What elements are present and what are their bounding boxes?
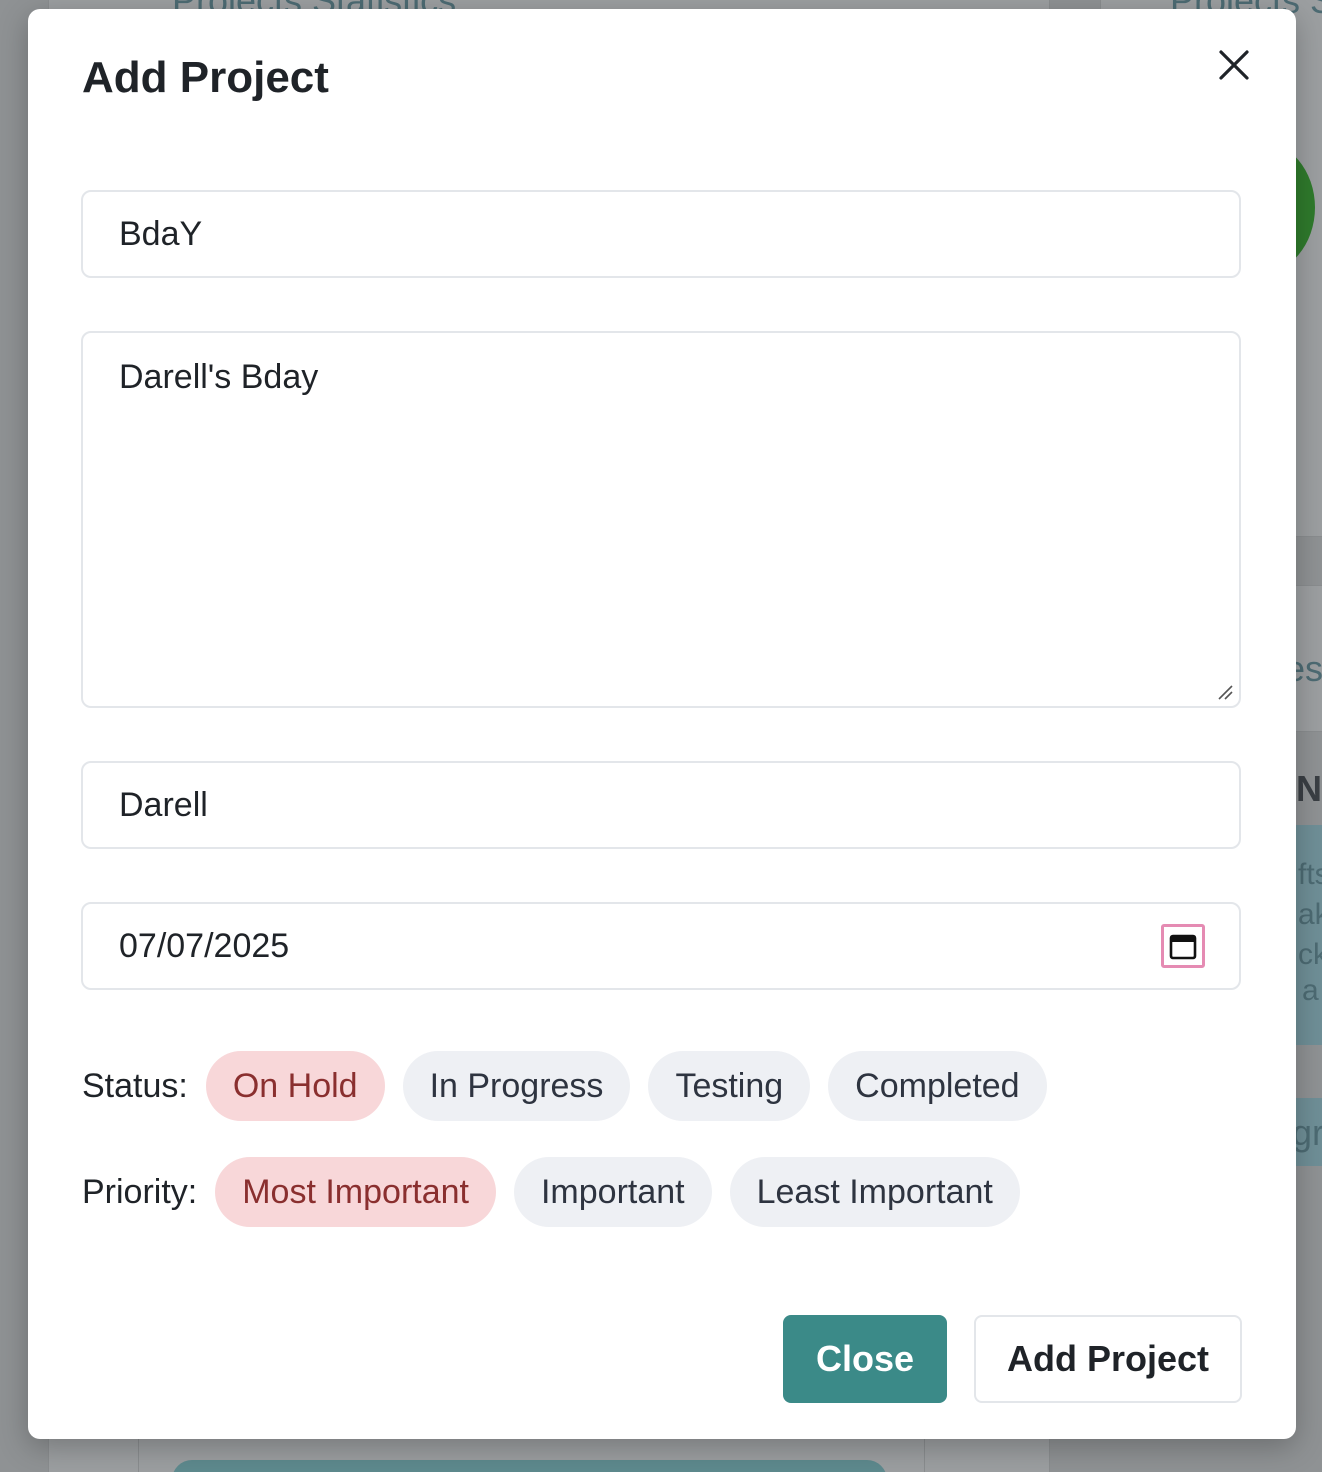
priority-label: Priority: xyxy=(82,1172,198,1211)
resize-grip-icon[interactable] xyxy=(1217,684,1233,700)
description-textarea[interactable]: Darell's Bday xyxy=(81,331,1241,708)
calendar-icon[interactable] xyxy=(1161,924,1205,968)
status-row: Status: On Hold In Progress Testing Comp… xyxy=(82,1051,1065,1121)
background-progress-bar xyxy=(172,1460,887,1472)
status-label: Status: xyxy=(82,1066,188,1105)
status-option-on-hold[interactable]: On Hold xyxy=(205,1051,385,1121)
close-icon[interactable] xyxy=(1212,43,1256,87)
project-name-input[interactable]: BdaY xyxy=(81,190,1241,278)
background-fragment: ake xyxy=(1298,898,1322,931)
priority-row: Priority: Most Important Important Least… xyxy=(82,1157,1038,1227)
add-project-modal: Add Project BdaY Darell's Bday Darell 07… xyxy=(28,9,1296,1439)
due-date-input[interactable]: 07/07/2025 xyxy=(81,902,1241,990)
status-option-testing[interactable]: Testing xyxy=(648,1051,811,1121)
status-option-in-progress[interactable]: In Progress xyxy=(402,1051,631,1121)
add-project-button[interactable]: Add Project xyxy=(974,1315,1242,1403)
background-fragment: a xyxy=(1302,974,1319,1007)
background-fragment: gr xyxy=(1292,1112,1322,1153)
status-option-completed[interactable]: Completed xyxy=(828,1051,1047,1121)
close-button[interactable]: Close xyxy=(783,1315,947,1403)
background-fragment: N xyxy=(1296,768,1322,809)
modal-title: Add Project xyxy=(82,53,329,102)
background-fragment: fts xyxy=(1298,858,1322,891)
priority-option-least-important[interactable]: Least Important xyxy=(729,1157,1020,1227)
assignee-input[interactable]: Darell xyxy=(81,761,1241,849)
due-date-value: 07/07/2025 xyxy=(119,927,290,965)
priority-option-most-important[interactable]: Most Important xyxy=(215,1157,496,1227)
priority-option-important[interactable]: Important xyxy=(513,1157,712,1227)
description-text: Darell's Bday xyxy=(119,358,319,396)
background-fragment: ck xyxy=(1298,938,1322,971)
